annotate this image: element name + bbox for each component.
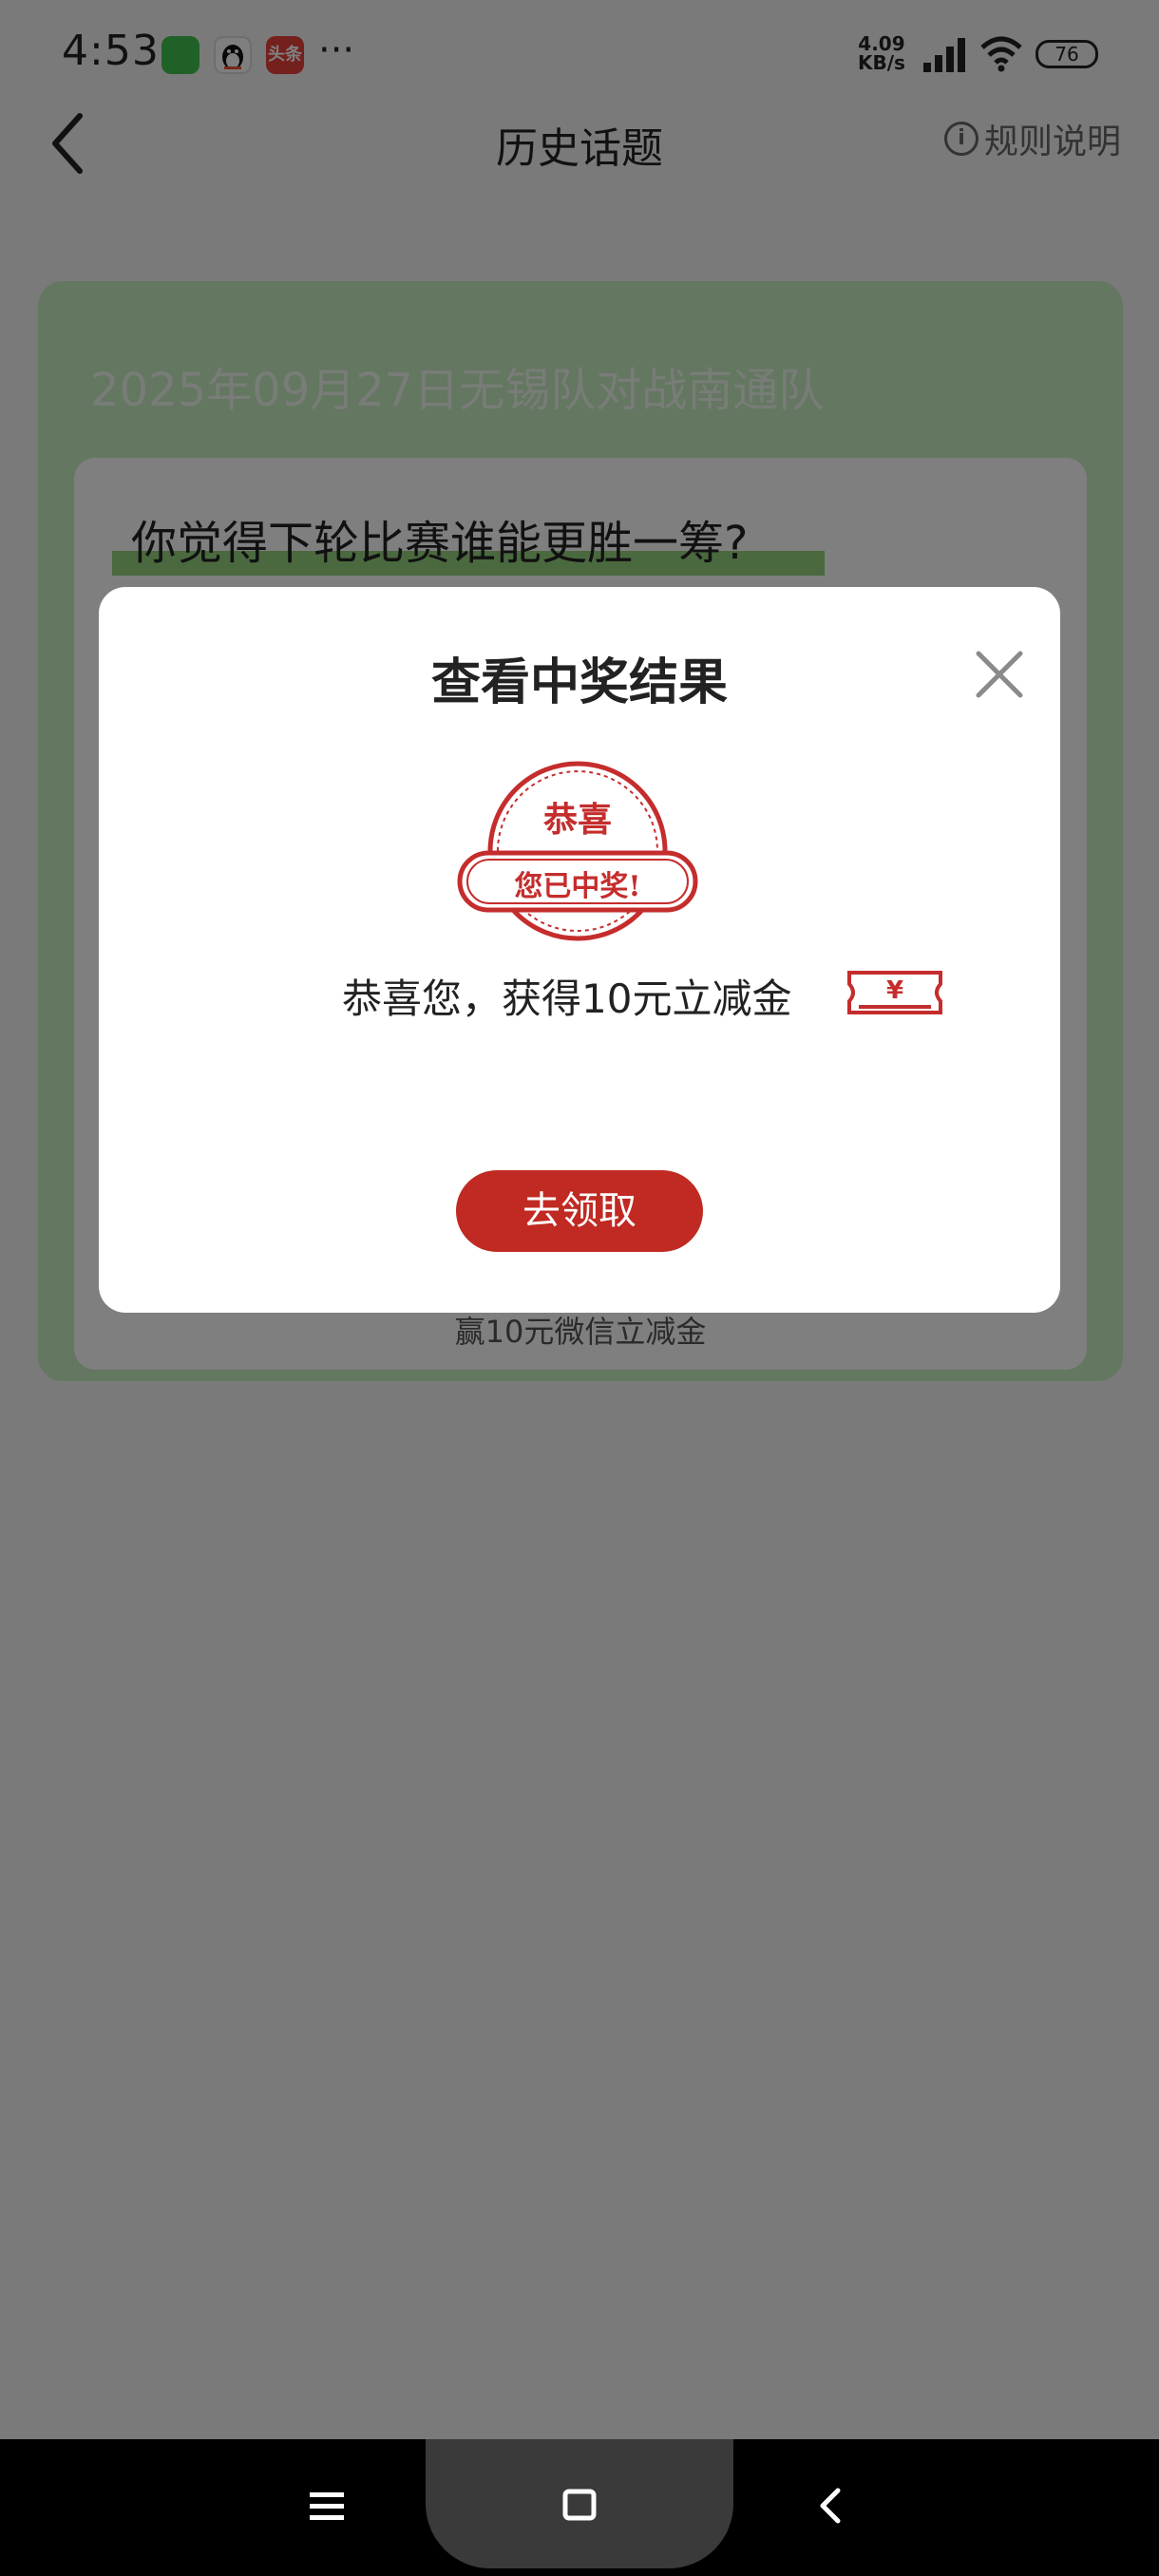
prize-result-modal: 查看中奖结果 恭喜 您已中奖! 恭喜您，获得10元立减金 ¥ 去领取 bbox=[99, 587, 1060, 1313]
home-icon[interactable] bbox=[551, 2477, 608, 2534]
screen: 4:53 头条 ··· 4.09 KB/s 76 bbox=[0, 0, 1159, 2576]
close-icon[interactable] bbox=[973, 648, 1026, 701]
congrats-message: 恭喜您，获得10元立减金 bbox=[342, 975, 792, 1022]
claim-button[interactable]: 去领取 bbox=[456, 1170, 703, 1252]
winner-stamp: 恭喜 您已中奖! bbox=[456, 758, 699, 948]
stamp-top-text: 恭喜 bbox=[542, 800, 612, 840]
coupon-icon: ¥ bbox=[846, 969, 944, 1016]
menu-icon[interactable] bbox=[298, 2477, 355, 2534]
system-navigation-bar bbox=[0, 2439, 1159, 2576]
stamp-bottom-text: 您已中奖! bbox=[514, 870, 641, 903]
stamp-seal-icon bbox=[457, 761, 698, 941]
modal-title: 查看中奖结果 bbox=[430, 654, 728, 711]
system-back-icon[interactable] bbox=[804, 2477, 861, 2534]
coupon-symbol: ¥ bbox=[885, 976, 904, 1005]
